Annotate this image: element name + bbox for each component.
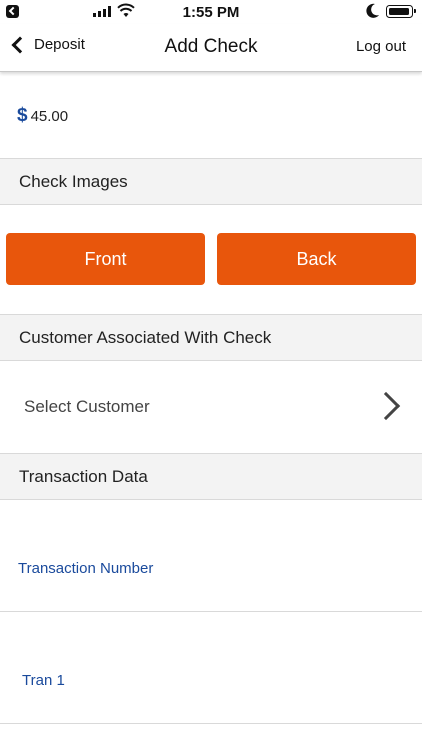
status-bar: 1:55 PM — [0, 0, 422, 24]
transaction-number-label: Transaction Number — [18, 560, 154, 577]
transaction-number-value[interactable]: Tran 1 — [22, 672, 65, 689]
chevron-right-icon — [371, 391, 401, 421]
section-header-transaction: Transaction Data — [0, 453, 422, 500]
section-header-check-images: Check Images — [0, 158, 422, 205]
navigation-bar: Deposit Add Check Log out — [0, 24, 422, 72]
section-header-customer: Customer Associated With Check — [0, 314, 422, 361]
check-image-buttons: Front Back — [0, 205, 422, 314]
transaction-number-row: Transaction Number — [0, 500, 422, 612]
status-time: 1:55 PM — [182, 4, 240, 21]
amount-row[interactable]: $ 45.00 — [0, 74, 422, 158]
select-customer-row[interactable]: Select Customer — [0, 361, 422, 453]
dollar-icon: $ — [17, 105, 28, 126]
front-image-button[interactable]: Front — [6, 233, 205, 285]
amount-value: 45.00 — [30, 107, 69, 125]
transaction-value-row[interactable]: Tran 1 — [0, 612, 422, 724]
battery-icon — [386, 5, 416, 18]
select-customer-label: Select Customer — [24, 397, 150, 416]
logout-button[interactable]: Log out — [356, 38, 406, 55]
back-image-button[interactable]: Back — [217, 233, 416, 285]
moon-icon — [366, 3, 379, 18]
